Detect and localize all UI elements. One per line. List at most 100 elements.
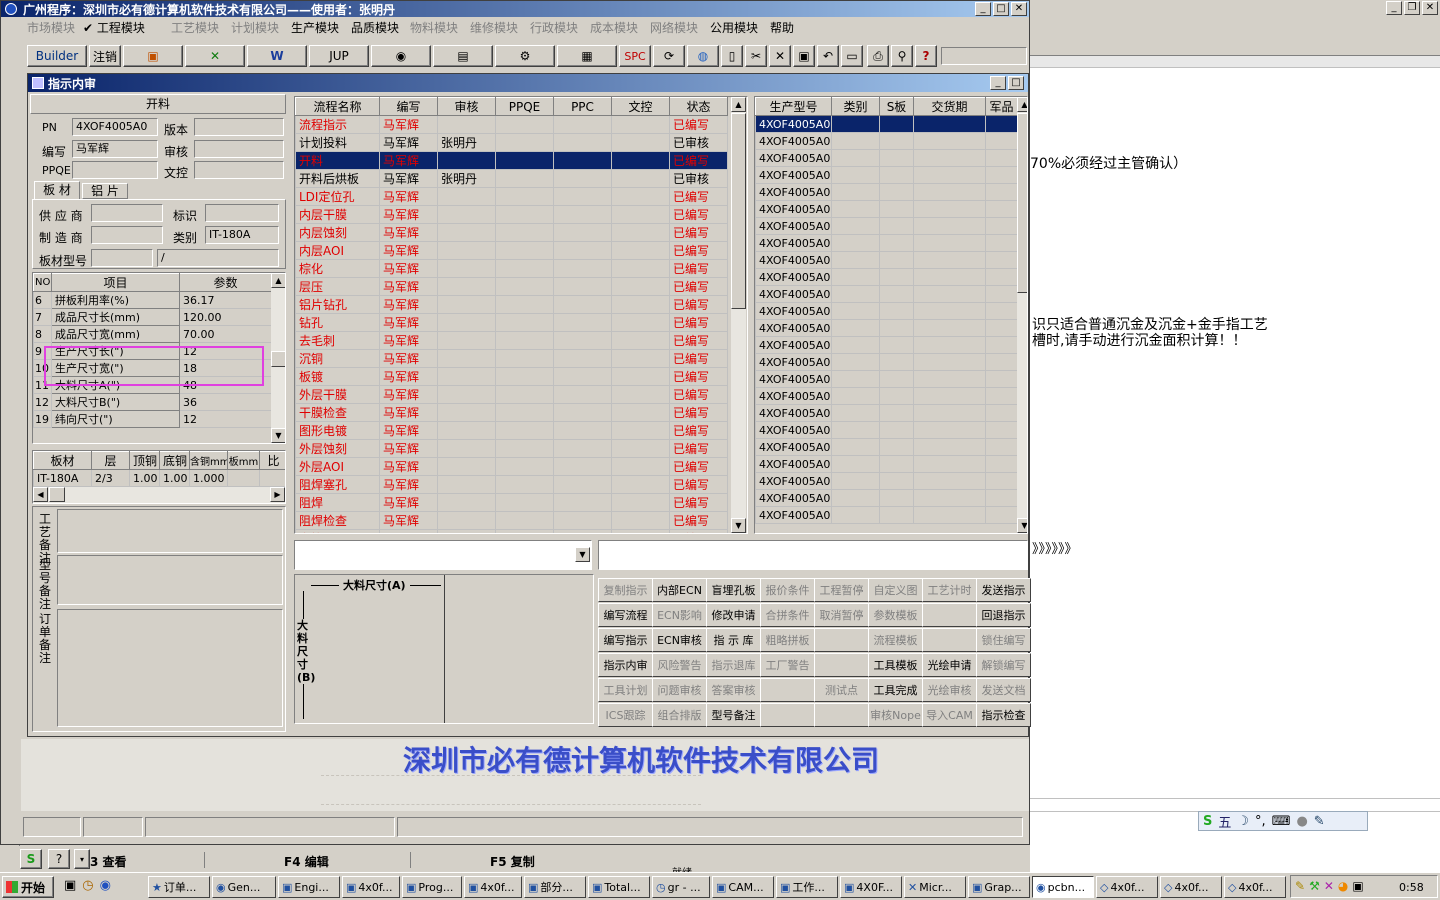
flow-status[interactable]: 已编写 (669, 511, 728, 530)
flow-ppqe[interactable] (495, 493, 554, 512)
action-button[interactable]: 自定义图 (868, 578, 923, 602)
flow-ppqe[interactable] (495, 277, 554, 296)
flow-wenkong[interactable] (611, 259, 670, 278)
model-part[interactable]: 4XOF4005A0 (755, 404, 832, 422)
flow-reviewer[interactable] (437, 151, 496, 170)
model-cell[interactable] (985, 455, 1018, 473)
flow-name[interactable]: 阻焊 (295, 493, 380, 512)
scroll-left-icon[interactable]: ◀ (33, 487, 48, 502)
flow-author[interactable]: 马军辉 (379, 331, 438, 350)
param-value[interactable]: 12 (179, 410, 272, 428)
flow-author[interactable]: 马军辉 (379, 277, 438, 296)
table-row[interactable]: 4XOF4005A0 (755, 455, 1018, 473)
scroll-thumb[interactable] (1017, 113, 1027, 293)
param-value[interactable]: 36 (179, 393, 272, 411)
model-cell[interactable] (879, 421, 914, 439)
model-cell[interactable] (913, 234, 986, 252)
spc-button[interactable]: SPC (619, 45, 651, 67)
flow-ppqe[interactable] (495, 421, 554, 440)
action-button[interactable]: 答案审核 (706, 678, 761, 702)
model-cell[interactable] (831, 438, 880, 456)
menu-plan[interactable]: 计划模块 (231, 19, 279, 36)
model-cell[interactable] (879, 489, 914, 507)
flow-ppqe[interactable] (495, 529, 554, 533)
flow-author[interactable]: 马军辉 (379, 151, 438, 170)
table-row[interactable]: 钻孔 马军辉 已编写 (295, 313, 728, 332)
expand-icon[interactable]: ▾ (74, 849, 90, 869)
action-button[interactable]: 光绘审核 (922, 678, 977, 702)
taskbar-button[interactable]: ▣ Total... (588, 876, 650, 898)
pn-field[interactable]: 4XOF4005A0 (72, 118, 158, 136)
menu-help[interactable]: 帮助 (770, 19, 794, 36)
flow-ppqe[interactable] (495, 151, 554, 170)
chevron-down-icon[interactable]: ▼ (575, 547, 590, 562)
taskbar-button[interactable]: ✕ Micr... (904, 876, 966, 898)
wrench-icon[interactable]: ✎ (1314, 814, 1325, 829)
flow-name[interactable]: 开料 (295, 151, 380, 170)
model-remark-field[interactable] (57, 555, 283, 605)
flow-ppqe[interactable] (495, 331, 554, 350)
flow-status[interactable]: 已编写 (669, 259, 728, 278)
model-cell[interactable] (879, 455, 914, 473)
clock[interactable]: 0:58 (1399, 881, 1424, 894)
flow-header-status[interactable]: 状态 (669, 97, 728, 116)
fkey-view[interactable]: 3 查看 (90, 853, 127, 870)
flow-ppc[interactable] (553, 439, 612, 458)
model-part[interactable]: 4XOF4005A0 (755, 302, 832, 320)
logout-button[interactable]: 注销 (89, 45, 121, 67)
action-button[interactable]: 编写指示 (598, 628, 653, 652)
model-scrollbar[interactable]: ▲ ▼ (1017, 97, 1027, 533)
table-row[interactable]: IT-180A 2/3 1.00 1.00 1.000 (33, 469, 285, 487)
flow-author[interactable]: 马军辉 (379, 241, 438, 260)
flow-author[interactable]: 马军辉 (379, 115, 438, 134)
table-row[interactable]: 内层干膜 马军辉 已编写 (295, 205, 728, 224)
table-row[interactable]: 4XOF4005A0 (755, 200, 1018, 218)
model-cell[interactable] (831, 336, 880, 354)
model-header-military[interactable]: 军品 (985, 97, 1018, 116)
supplier-field[interactable] (91, 204, 163, 222)
action-button[interactable]: 问题审核 (652, 678, 707, 702)
menu-common[interactable]: 公用模块 (710, 19, 758, 36)
flow-author[interactable]: 马军辉 (379, 205, 438, 224)
flow-wenkong[interactable] (611, 151, 670, 170)
action-button[interactable]: 指示内审 (598, 653, 653, 677)
model-cell[interactable] (831, 285, 880, 303)
flow-ppqe[interactable] (495, 295, 554, 314)
table-row[interactable]: 内层AOI 马军辉 已编写 (295, 241, 728, 260)
params-header-value[interactable]: 参数 (179, 273, 272, 292)
calendar-icon[interactable]: ▣ (123, 45, 183, 67)
table-row[interactable]: 4XOF4005A0 (755, 234, 1018, 252)
table-row[interactable]: 7 成品尺寸长(mm) 120.00 (33, 308, 272, 326)
model-cell[interactable] (985, 200, 1018, 218)
flow-ppqe[interactable] (495, 133, 554, 152)
table-row[interactable]: 4XOF4005A0 (755, 251, 1018, 269)
model-cell[interactable] (831, 268, 880, 286)
model-cell[interactable] (985, 387, 1018, 405)
model-cell[interactable] (913, 489, 986, 507)
wenkong-field[interactable] (194, 161, 284, 179)
model-cell[interactable] (879, 251, 914, 269)
model-cell[interactable] (913, 132, 986, 150)
preview-icon[interactable]: ▭ (841, 45, 863, 67)
flow-header-reviewer[interactable]: 审核 (437, 97, 496, 116)
flow-header-ppc[interactable]: PPC (553, 97, 612, 116)
model-cell[interactable] (985, 183, 1018, 201)
model-cell[interactable] (985, 115, 1018, 133)
flow-ppqe[interactable] (495, 439, 554, 458)
model-cell[interactable] (913, 336, 986, 354)
model-cell[interactable] (831, 489, 880, 507)
model-part[interactable]: 4XOF4005A0 (755, 387, 832, 405)
flow-author[interactable]: 马军辉 (379, 295, 438, 314)
app-title-bar[interactable]: 广州程序：深圳市必有德计算机软件技术有限公司——使用者：张明丹 (1, 1, 1029, 17)
action-button[interactable]: 取消暂停 (814, 603, 869, 627)
flow-reviewer[interactable] (437, 493, 496, 512)
table-row[interactable]: 4XOF4005A0 (755, 370, 1018, 388)
table-row[interactable]: 开料 马军辉 已编写 (295, 151, 728, 170)
ppqe-field[interactable] (72, 161, 158, 179)
scroll-thumb[interactable] (49, 487, 65, 502)
action-button[interactable]: 审核Nope (868, 703, 923, 727)
flow-name[interactable]: 棕化 (295, 259, 380, 278)
params-header-item[interactable]: 项目 (51, 273, 180, 292)
action-button[interactable] (922, 603, 977, 627)
flow-name[interactable]: LDI定位孔 (295, 187, 380, 206)
